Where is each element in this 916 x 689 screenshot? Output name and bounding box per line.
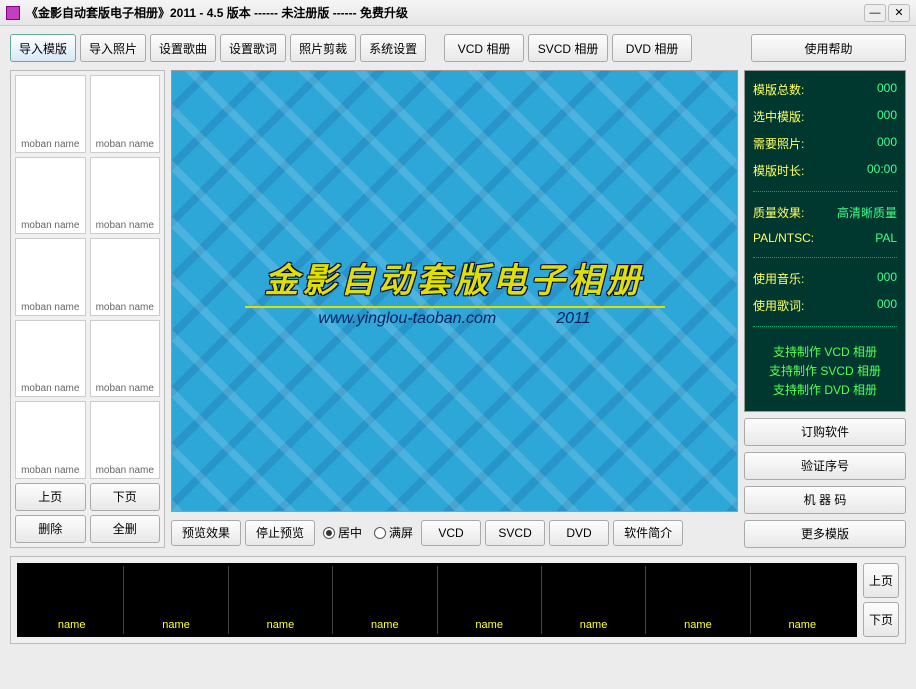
more-templates-button[interactable]: 更多模版: [744, 520, 906, 548]
window-title: 《金影自动套版电子相册》2011 - 4.5 版本 ------ 未注册版 --…: [26, 4, 864, 21]
about-button[interactable]: 软件简介: [613, 520, 683, 546]
vcd-button[interactable]: VCD: [421, 520, 481, 546]
svcd-album-button[interactable]: SVCD 相册: [528, 34, 608, 62]
filmstrip-cell[interactable]: name: [20, 566, 124, 634]
filmstrip-panel: namenamenamenamenamenamenamename 上页 下页: [10, 556, 906, 644]
logo-url: www.yinglou-taoban.com 2011: [245, 306, 665, 328]
center-radio[interactable]: 居中: [323, 524, 362, 541]
set-lyrics-button[interactable]: 设置歌词: [220, 34, 286, 62]
template-thumb[interactable]: moban name: [90, 157, 161, 235]
filmstrip-cell[interactable]: name: [229, 566, 333, 634]
template-list-panel: moban namemoban namemoban namemoban name…: [10, 70, 165, 548]
close-button[interactable]: ✕: [888, 4, 910, 22]
system-settings-button[interactable]: 系统设置: [360, 34, 426, 62]
template-thumb[interactable]: moban name: [90, 320, 161, 398]
template-thumb[interactable]: moban name: [15, 401, 86, 479]
template-thumb[interactable]: moban name: [90, 238, 161, 316]
buy-button[interactable]: 订购软件: [744, 418, 906, 446]
filmstrip-cell[interactable]: name: [124, 566, 228, 634]
delete-button[interactable]: 删除: [15, 515, 86, 543]
import-photo-button[interactable]: 导入照片: [80, 34, 146, 62]
filmstrip-cell[interactable]: name: [438, 566, 542, 634]
crop-photo-button[interactable]: 照片剪裁: [290, 34, 356, 62]
titlebar: 《金影自动套版电子相册》2011 - 4.5 版本 ------ 未注册版 --…: [0, 0, 916, 26]
preview-toolbar: 预览效果 停止预览 居中 满屏 VCD SVCD DVD 软件简介: [171, 518, 738, 548]
filmstrip-prev-button[interactable]: 上页: [863, 563, 899, 598]
import-template-button[interactable]: 导入模版: [10, 34, 76, 62]
help-button[interactable]: 使用帮助: [751, 34, 906, 62]
svcd-button[interactable]: SVCD: [485, 520, 545, 546]
app-icon: [6, 6, 20, 20]
filmstrip: namenamenamenamenamenamenamename: [17, 563, 857, 637]
dvd-album-button[interactable]: DVD 相册: [612, 34, 692, 62]
next-page-button[interactable]: 下页: [90, 483, 161, 511]
delete-all-button[interactable]: 全删: [90, 515, 161, 543]
stop-preview-button[interactable]: 停止预览: [245, 520, 315, 546]
set-music-button[interactable]: 设置歌曲: [150, 34, 216, 62]
filmstrip-next-button[interactable]: 下页: [863, 602, 899, 637]
filmstrip-cell[interactable]: name: [542, 566, 646, 634]
preview-effect-button[interactable]: 预览效果: [171, 520, 241, 546]
template-thumb[interactable]: moban name: [90, 401, 161, 479]
preview-area: 金影自动套版电子相册 www.yinglou-taoban.com 2011: [171, 70, 738, 512]
filmstrip-cell[interactable]: name: [646, 566, 750, 634]
machine-code-button[interactable]: 机 器 码: [744, 486, 906, 514]
template-thumb[interactable]: moban name: [90, 75, 161, 153]
template-thumb[interactable]: moban name: [15, 238, 86, 316]
minimize-button[interactable]: —: [864, 4, 886, 22]
prev-page-button[interactable]: 上页: [15, 483, 86, 511]
fullscreen-radio[interactable]: 满屏: [374, 524, 413, 541]
info-panel: 模版总数:000 选中模版:000 需要照片:000 模版时长:00:00 质量…: [744, 70, 906, 412]
verify-serial-button[interactable]: 验证序号: [744, 452, 906, 480]
dvd-button[interactable]: DVD: [549, 520, 609, 546]
main-toolbar: 导入模版 导入照片 设置歌曲 设置歌词 照片剪裁 系统设置 VCD 相册 SVC…: [0, 26, 916, 70]
filmstrip-cell[interactable]: name: [333, 566, 437, 634]
template-thumb[interactable]: moban name: [15, 75, 86, 153]
filmstrip-cell[interactable]: name: [751, 566, 854, 634]
vcd-album-button[interactable]: VCD 相册: [444, 34, 524, 62]
support-info: 支持制作 VCD 相册 支持制作 SVCD 相册 支持制作 DVD 相册: [753, 343, 897, 401]
logo-text: 金影自动套版电子相册: [265, 253, 645, 302]
template-thumb[interactable]: moban name: [15, 157, 86, 235]
template-thumb[interactable]: moban name: [15, 320, 86, 398]
